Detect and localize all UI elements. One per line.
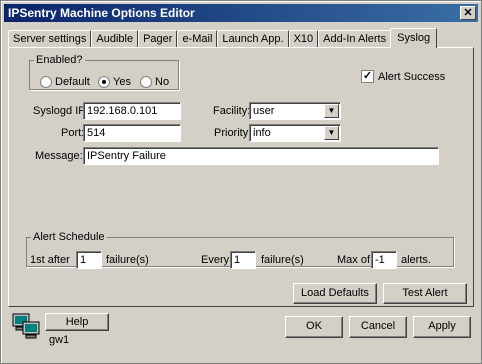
first-after-field[interactable]: 1 <box>76 251 102 269</box>
tab-add-in-alerts[interactable]: Add-In Alerts <box>318 30 392 48</box>
facility-label: Facility: <box>213 105 251 117</box>
tab-strip: Server settings Audible Pager e-Mail Lau… <box>8 28 438 48</box>
radio-yes-dot[interactable] <box>98 76 110 88</box>
chevron-down-icon[interactable]: ▼ <box>324 104 339 118</box>
cancel-button[interactable]: Cancel <box>349 316 407 338</box>
ok-button[interactable]: OK <box>285 316 343 338</box>
title-bar[interactable]: IPSentry Machine Options Editor ✕ <box>4 4 478 22</box>
port-label: Port: <box>61 127 85 139</box>
tab-launch-app[interactable]: Launch App. <box>217 30 289 48</box>
alert-schedule-legend: Alert Schedule <box>33 231 105 243</box>
radio-no-dot[interactable] <box>140 76 152 88</box>
priority-select[interactable]: info ▼ <box>249 124 341 142</box>
alert-success-label: Alert Success <box>378 70 446 83</box>
every-label: Every <box>201 254 230 266</box>
port-field[interactable]: 514 <box>83 124 181 142</box>
radio-default-dot[interactable] <box>40 76 52 88</box>
radio-yes[interactable]: Yes <box>98 76 131 88</box>
tab-audible[interactable]: Audible <box>91 30 139 48</box>
computer-network-icon <box>12 313 40 339</box>
window-title: IPSentry Machine Options Editor <box>8 6 195 20</box>
syslogd-ip-field[interactable]: 192.168.0.101 <box>83 102 181 120</box>
options-editor-window: IPSentry Machine Options Editor ✕ Server… <box>0 0 482 364</box>
facility-select[interactable]: user ▼ <box>249 102 341 120</box>
load-defaults-button[interactable]: Load Defaults <box>293 283 377 304</box>
tab-x10[interactable]: X10 <box>288 30 319 48</box>
test-alert-button[interactable]: Test Alert <box>383 283 467 304</box>
radio-yes-label: Yes <box>113 76 131 88</box>
apply-button[interactable]: Apply <box>413 316 471 338</box>
machine-name: gw1 <box>49 334 70 346</box>
syslog-panel: Enabled? Default Yes No ✓ Alert Success … <box>8 47 474 307</box>
tab-pager[interactable]: Pager <box>138 30 178 48</box>
radio-default[interactable]: Default <box>40 76 90 88</box>
tab-email[interactable]: e-Mail <box>177 30 218 48</box>
alert-success-checkbox[interactable]: ✓ Alert Success <box>361 70 445 83</box>
radio-default-label: Default <box>55 76 90 88</box>
max-of-label: Max of <box>337 254 371 266</box>
close-button[interactable]: ✕ <box>460 6 476 20</box>
priority-value: info <box>253 127 271 139</box>
facility-value: user <box>253 105 275 117</box>
every-unit: failure(s) <box>261 254 304 266</box>
message-field[interactable]: IPSentry Failure <box>83 147 439 165</box>
message-label: Message: <box>35 150 83 162</box>
max-of-unit: alerts. <box>401 254 431 266</box>
machine-status <box>11 313 41 342</box>
enabled-legend: Enabled? <box>36 54 83 66</box>
alert-schedule-group: Alert Schedule 1st after 1 failure(s) Ev… <box>26 231 454 269</box>
radio-no-label: No <box>155 76 170 88</box>
checkbox-check-icon[interactable]: ✓ <box>361 70 374 83</box>
first-after-label: 1st after <box>30 254 70 266</box>
tab-syslog[interactable]: Syslog <box>390 28 438 48</box>
enabled-group: Enabled? Default Yes No <box>29 54 179 90</box>
radio-no[interactable]: No <box>140 76 169 88</box>
help-button[interactable]: Help <box>45 313 109 331</box>
chevron-down-icon[interactable]: ▼ <box>324 126 339 140</box>
max-of-field[interactable]: -1 <box>371 251 397 269</box>
first-after-unit: failure(s) <box>106 254 149 266</box>
every-field[interactable]: 1 <box>230 251 256 269</box>
syslogd-ip-label: Syslogd IP: <box>33 105 89 117</box>
tab-server-settings[interactable]: Server settings <box>8 30 92 48</box>
priority-label: Priority: <box>214 127 252 139</box>
